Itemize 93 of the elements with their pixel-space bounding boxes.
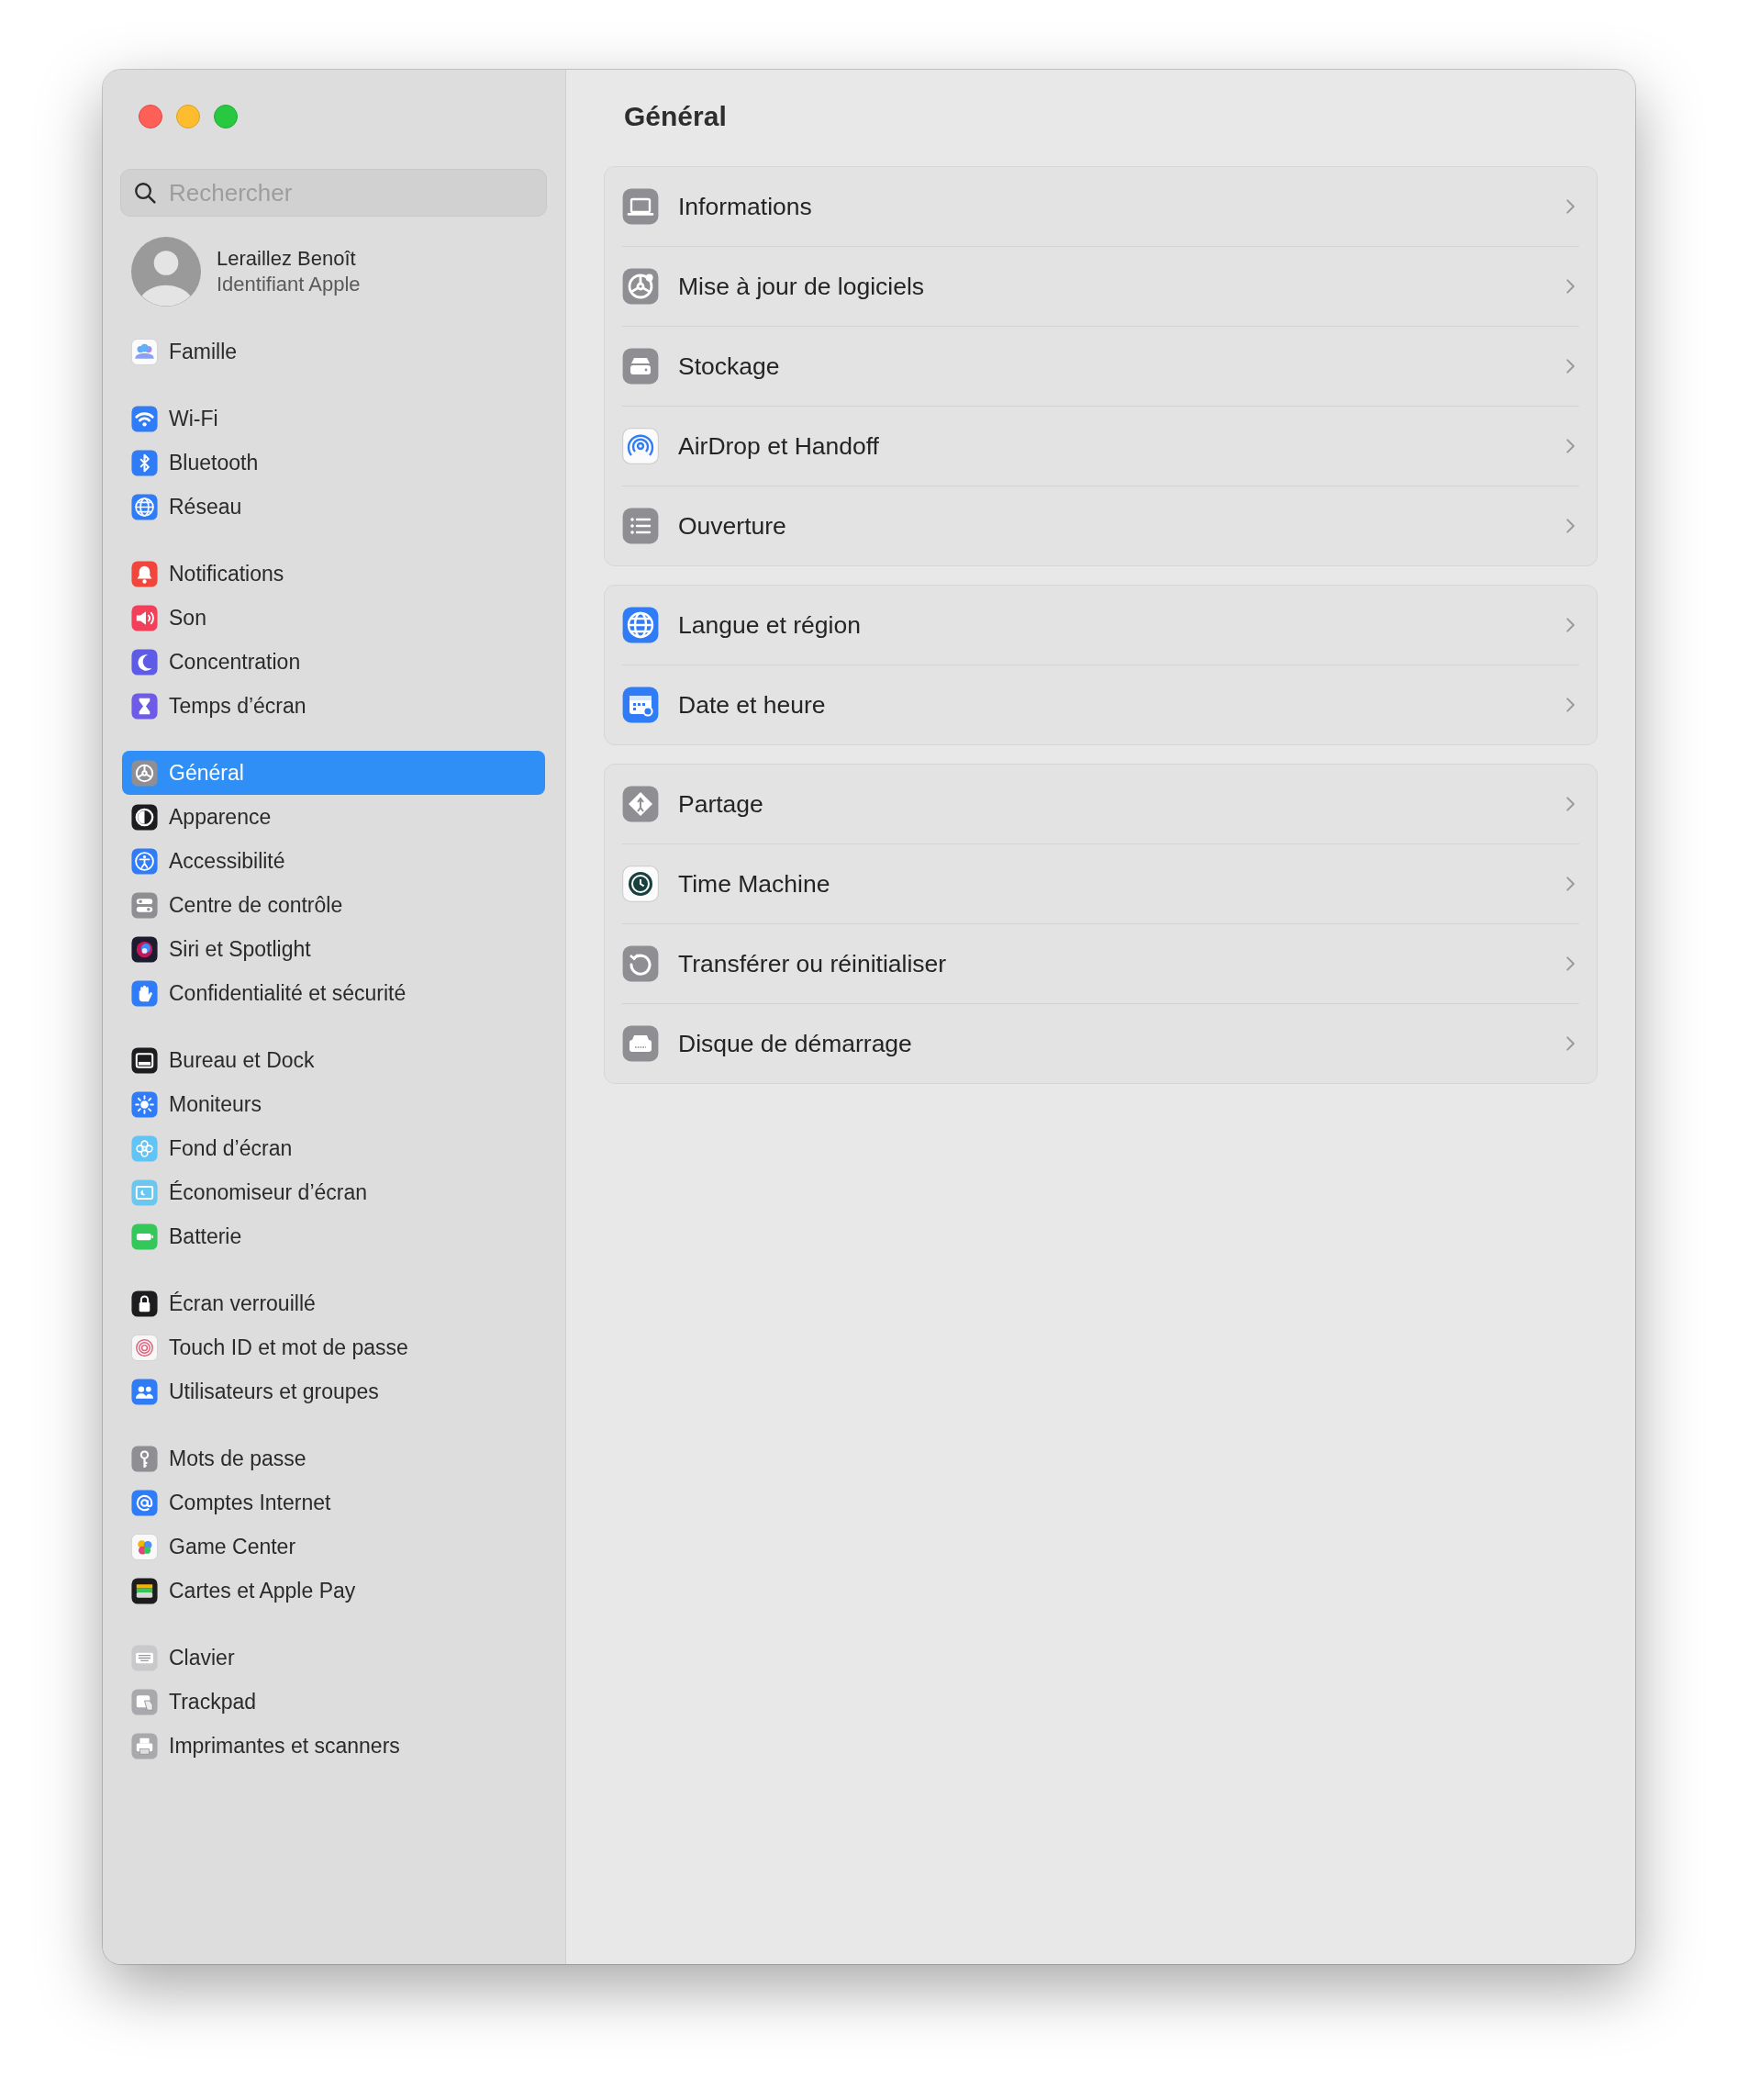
settings-row[interactable]: Time Machine <box>622 844 1579 924</box>
users-icon <box>131 1378 158 1405</box>
sidebar-item[interactable]: Utilisateurs et groupes <box>122 1369 545 1413</box>
bubbles-icon <box>131 1533 158 1560</box>
chevron-icon <box>1565 697 1576 713</box>
sidebar-item[interactable]: Batterie <box>122 1214 545 1258</box>
settings-row[interactable]: Date et heure <box>622 665 1579 744</box>
settings-row[interactable]: Informations <box>622 167 1579 247</box>
sidebar-item[interactable]: Wi-Fi <box>122 397 545 441</box>
sidebar-item[interactable]: Trackpad <box>122 1680 545 1724</box>
drive-icon <box>622 348 659 385</box>
toggles-icon <box>131 891 158 919</box>
chevron-icon <box>1565 518 1576 534</box>
lock-icon <box>131 1290 158 1317</box>
fingerprint-icon <box>131 1334 158 1361</box>
sidebar-item[interactable]: Apparence <box>122 795 545 839</box>
settings-row[interactable]: AirDrop et Handoff <box>622 407 1579 486</box>
close-button[interactable] <box>139 105 162 128</box>
settings-row[interactable]: Langue et région <box>622 586 1579 665</box>
restore-icon <box>622 945 659 982</box>
sidebar-item[interactable]: Confidentialité et sécurité <box>122 971 545 1015</box>
battery-icon <box>131 1223 158 1250</box>
sidebar-item[interactable]: Game Center <box>122 1525 545 1569</box>
bluetooth-icon <box>131 449 158 476</box>
wifi-icon <box>131 405 158 432</box>
sidebar-item[interactable]: Imprimantes et scanners <box>122 1724 545 1768</box>
settings-row[interactable]: Ouverture <box>622 486 1579 565</box>
chevron-icon <box>1565 358 1576 374</box>
sidebar-item[interactable]: Accessibilité <box>122 839 545 883</box>
trackpad-icon <box>131 1688 158 1715</box>
calendar-icon <box>622 687 659 723</box>
chevron-icon <box>1565 876 1576 892</box>
sidebar-item[interactable]: Mots de passe <box>122 1436 545 1480</box>
screen-icon <box>131 1178 158 1206</box>
sidebar-item[interactable]: Son <box>122 596 545 640</box>
sidebar-item[interactable]: Cartes et Apple Pay <box>122 1569 545 1613</box>
hand-icon <box>131 979 158 1007</box>
moon-icon <box>131 648 158 676</box>
sidebar-item[interactable]: Réseau <box>122 485 545 529</box>
clock-icon <box>622 866 659 902</box>
keyboard-icon <box>131 1644 158 1671</box>
bell-icon <box>131 560 158 587</box>
search-icon <box>133 181 157 205</box>
settings-row[interactable]: Disque de démarrage <box>622 1004 1579 1083</box>
chevron-icon <box>1565 796 1576 812</box>
chevron-icon <box>1565 1035 1576 1052</box>
sidebar-item[interactable]: Clavier <box>122 1636 545 1680</box>
settings-row[interactable]: Mise à jour de logiciels <box>622 247 1579 327</box>
sidebar-item[interactable]: Bluetooth <box>122 441 545 485</box>
chevron-icon <box>1565 278 1576 295</box>
sidebar-item[interactable]: Concentration <box>122 640 545 684</box>
sidebar-item[interactable]: Notifications <box>122 552 545 596</box>
dock-icon <box>131 1046 158 1074</box>
accessibility-icon <box>131 847 158 875</box>
account-name: Leraillez Benoît <box>217 247 357 271</box>
sidebar-item[interactable]: Bureau et Dock <box>122 1038 545 1082</box>
sidebar-item[interactable]: Centre de contrôle <box>122 883 545 927</box>
sidebar-item[interactable]: Siri et Spotlight <box>122 927 545 971</box>
sidebar-item[interactable]: Temps d’écran <box>122 684 545 728</box>
chevron-icon <box>1565 198 1576 215</box>
chevron-icon <box>1565 955 1576 972</box>
pane-title: Général <box>624 100 728 133</box>
avatar[interactable] <box>131 237 201 307</box>
speaker-icon <box>131 604 158 631</box>
zoom-button[interactable] <box>214 105 238 128</box>
globe-icon <box>131 493 158 520</box>
printer-icon <box>131 1732 158 1759</box>
laptop-icon <box>622 188 659 225</box>
orb-icon <box>131 935 158 963</box>
family-icon <box>131 338 158 365</box>
hourglass-icon <box>131 692 158 720</box>
at-sign-icon <box>131 1489 158 1516</box>
globe-icon <box>622 607 659 643</box>
sidebar-item[interactable]: Touch ID et mot de passe <box>122 1325 545 1369</box>
settings-row[interactable]: Partage <box>622 765 1579 844</box>
sidebar-item[interactable]: Famille <box>122 330 545 374</box>
sidebar-item[interactable]: Comptes Internet <box>122 1480 545 1525</box>
chevron-icon <box>1565 617 1576 633</box>
sun-icon <box>131 1090 158 1118</box>
account-subtitle: Identifiant Apple <box>217 273 361 296</box>
sidebar-item[interactable]: Fond d’écran <box>122 1126 545 1170</box>
flower-icon <box>131 1134 158 1162</box>
airdrop-icon <box>622 428 659 464</box>
minimize-button[interactable] <box>176 105 200 128</box>
chevron-icon <box>1565 438 1576 454</box>
sidebar-item[interactable]: Économiseur d’écran <box>122 1170 545 1214</box>
key-icon <box>131 1445 158 1472</box>
settings-row[interactable]: Transférer ou réinitialiser <box>622 924 1579 1004</box>
sidebar-item[interactable]: Écran verrouillé <box>122 1281 545 1325</box>
settings-row[interactable]: Stockage <box>622 327 1579 407</box>
wallet-icon <box>131 1577 158 1604</box>
list-icon <box>622 508 659 544</box>
sidebar-item[interactable]: Moniteurs <box>122 1082 545 1126</box>
